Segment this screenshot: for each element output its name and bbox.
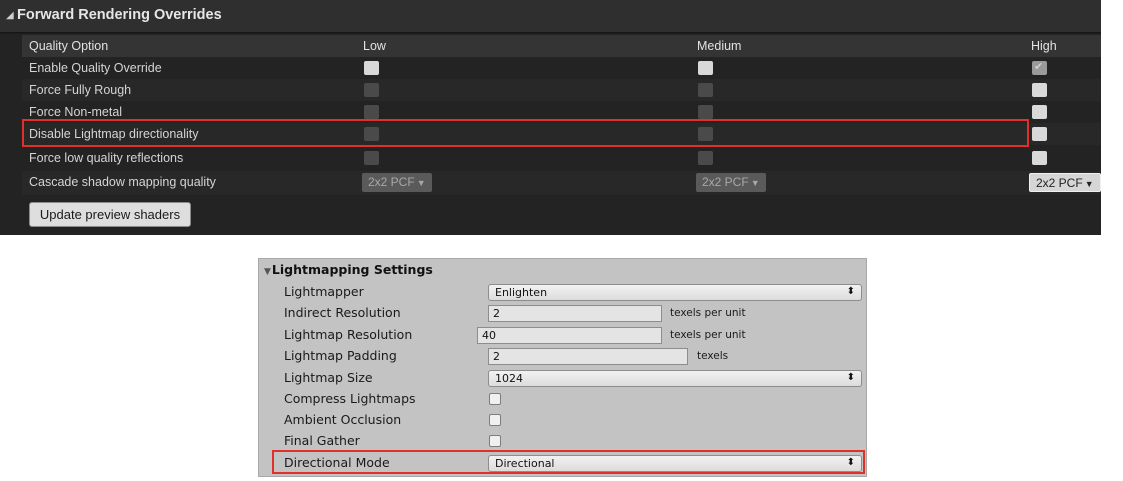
checkbox-high[interactable] xyxy=(1032,127,1047,141)
lightmap-size-select[interactable]: 1024 ⬍ xyxy=(488,370,862,387)
lightmap-resolution-field[interactable]: 40 xyxy=(477,327,662,344)
caret-down-icon: ▼ xyxy=(1084,179,1094,189)
row-label: Ambient Occlusion xyxy=(284,412,402,427)
column-header-quality-option: Quality Option xyxy=(29,39,109,53)
collapse-arrow-icon[interactable]: ◢ xyxy=(6,10,14,21)
row-label: Lightmap Padding xyxy=(284,348,397,363)
ambient-occlusion-checkbox[interactable] xyxy=(489,414,501,426)
checkbox-medium[interactable] xyxy=(698,151,713,165)
row-enable-quality-override: Enable Quality Override xyxy=(22,57,1101,79)
row-lightmap-resolution: Lightmap Resolution 40 texels per unit xyxy=(259,326,868,345)
caret-down-icon: ▼ xyxy=(416,178,426,188)
row-compress-lightmaps: Compress Lightmaps xyxy=(259,390,868,409)
row-force-fully-rough: Force Fully Rough xyxy=(22,79,1101,101)
checkbox-high[interactable] xyxy=(1032,151,1047,165)
checkbox-low[interactable] xyxy=(364,61,379,75)
checkbox-low[interactable] xyxy=(364,83,379,97)
row-lightmapper: Lightmapper Enlighten ⬍ xyxy=(259,283,868,302)
select-arrow-icon: ⬍ xyxy=(846,372,855,383)
checkbox-high[interactable] xyxy=(1032,60,1047,75)
row-label: Enable Quality Override xyxy=(29,61,162,75)
row-label: Indirect Resolution xyxy=(284,305,401,320)
table-header-row: Quality Option Low Medium High xyxy=(22,35,1101,57)
column-header-medium: Medium xyxy=(697,39,742,53)
row-label: Force Non-metal xyxy=(29,105,123,119)
update-preview-shaders-button[interactable]: Update preview shaders xyxy=(29,202,191,227)
unit-label: texels per unit xyxy=(670,329,746,341)
forward-rendering-panel: ◢ Forward Rendering Overrides Quality Op… xyxy=(0,0,1101,235)
row-ambient-occlusion: Ambient Occlusion xyxy=(259,411,868,430)
row-lightmap-padding: Lightmap Padding 2 texels xyxy=(259,347,868,366)
row-lightmap-size: Lightmap Size 1024 ⬍ xyxy=(259,369,868,388)
row-cascade-shadow-mapping-quality: Cascade shadow mapping quality 2x2 PCF ▼ … xyxy=(22,171,1101,195)
row-label: Lightmapper xyxy=(284,284,364,299)
column-header-low: Low xyxy=(363,39,386,53)
checkbox-medium[interactable] xyxy=(698,105,713,119)
column-header-high: High xyxy=(1031,39,1057,53)
checkbox-high[interactable] xyxy=(1032,83,1047,97)
row-final-gather: Final Gather xyxy=(259,432,868,451)
row-label: Lightmap Resolution xyxy=(284,327,413,342)
row-label: Final Gather xyxy=(284,433,360,448)
dropdown-value: 2x2 PCF xyxy=(702,175,749,189)
row-label: Cascade shadow mapping quality xyxy=(29,175,216,189)
section-title: Forward Rendering Overrides xyxy=(17,7,222,23)
compress-lightmaps-checkbox[interactable] xyxy=(489,393,501,405)
section-header[interactable]: ◢ Forward Rendering Overrides xyxy=(0,0,1101,33)
lightmapper-select[interactable]: Enlighten ⬍ xyxy=(488,284,862,301)
indirect-resolution-field[interactable]: 2 xyxy=(488,305,662,322)
checkbox-high[interactable] xyxy=(1032,105,1047,119)
select-value: Enlighten xyxy=(495,286,548,299)
shadow-quality-dropdown-medium[interactable]: 2x2 PCF ▼ xyxy=(696,173,766,192)
caret-down-icon: ▼ xyxy=(750,178,760,188)
highlight-box-directional-mode xyxy=(272,450,865,474)
select-value: 1024 xyxy=(495,372,523,385)
lightmap-padding-field[interactable]: 2 xyxy=(488,348,688,365)
unit-label: texels xyxy=(697,350,729,362)
section-title[interactable]: ▼Lightmapping Settings xyxy=(264,262,433,277)
shadow-quality-dropdown-high[interactable]: 2x2 PCF ▼ xyxy=(1029,173,1101,192)
checkbox-low[interactable] xyxy=(364,151,379,165)
unit-label: texels per unit xyxy=(670,307,746,319)
shadow-quality-dropdown-low[interactable]: 2x2 PCF ▼ xyxy=(362,173,432,192)
checkbox-low[interactable] xyxy=(364,105,379,119)
row-force-low-quality-reflections: Force low quality reflections xyxy=(22,147,1101,169)
lightmapping-settings-panel: ▼Lightmapping Settings Lightmapper Enlig… xyxy=(258,258,867,477)
checkbox-medium[interactable] xyxy=(698,83,713,97)
select-arrow-icon: ⬍ xyxy=(846,286,855,297)
row-label: Compress Lightmaps xyxy=(284,391,416,406)
row-label: Force Fully Rough xyxy=(29,83,132,97)
dropdown-value: 2x2 PCF xyxy=(1036,176,1083,190)
row-label: Force low quality reflections xyxy=(29,151,184,165)
row-label: Lightmap Size xyxy=(284,370,373,385)
triangle-down-icon[interactable]: ▼ xyxy=(264,267,271,277)
checkbox-medium[interactable] xyxy=(698,61,713,75)
dropdown-value: 2x2 PCF xyxy=(368,175,415,189)
final-gather-checkbox[interactable] xyxy=(489,435,501,447)
row-indirect-resolution: Indirect Resolution 2 texels per unit xyxy=(259,304,868,323)
highlight-box-directionality xyxy=(22,119,1029,147)
section-title-text: Lightmapping Settings xyxy=(271,262,433,277)
